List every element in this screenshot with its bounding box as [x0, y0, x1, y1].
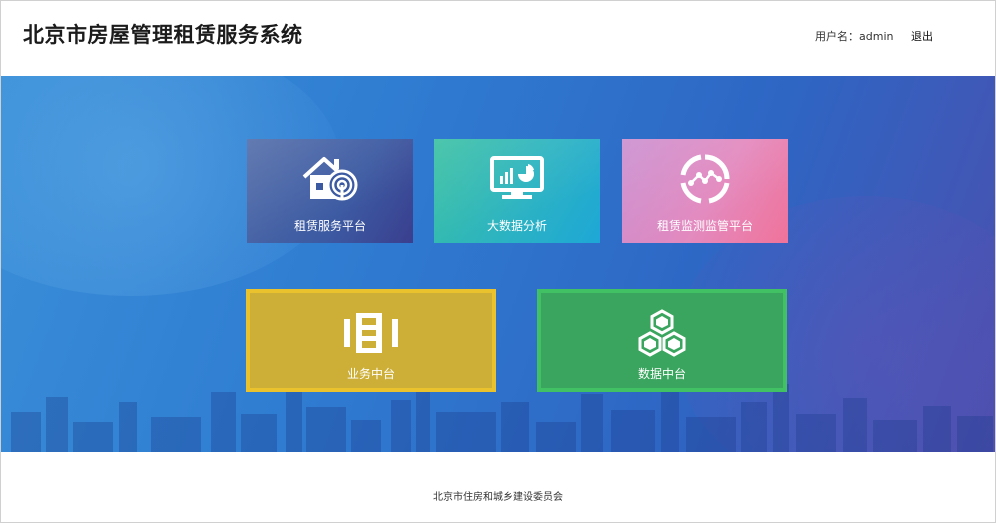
footer-organization: 北京市住房和城乡建设委员会 [433, 492, 563, 503]
header: 北京市房屋管理租赁服务系统 用户名：admin 退出 [1, 1, 995, 76]
business-center-label: 业务中台 [346, 367, 395, 381]
rental-monitoring-platform-label: 租赁监测监管平台 [656, 219, 753, 233]
hexagon-cluster-icon [638, 309, 686, 357]
city-skyline-image [11, 382, 993, 452]
username-label: 用户名：admin [815, 30, 894, 43]
hero-banner: 租赁服务平台 大数据分析 租赁监测监管平台 业务中台 数据中台 [1, 76, 995, 452]
big-data-analysis-tile[interactable]: 大数据分析 [434, 139, 600, 243]
rental-service-platform-label: 租赁服务平台 [293, 219, 366, 233]
network-circle-icon [680, 154, 730, 204]
chart-monitor-icon [490, 156, 544, 199]
user-bar: 用户名：admin 退出 [815, 28, 933, 44]
data-center-label: 数据中台 [637, 367, 686, 381]
footer: 北京市住房和城乡建设委员会 [1, 452, 995, 522]
data-center-tile[interactable]: 数据中台 [537, 289, 787, 392]
columns-icon [344, 313, 398, 353]
rental-monitoring-platform-tile[interactable]: 租赁监测监管平台 [622, 139, 788, 243]
house-signal-icon [302, 157, 358, 201]
rental-service-platform-tile[interactable]: 租赁服务平台 [247, 139, 413, 243]
logout-link[interactable]: 退出 [911, 30, 933, 43]
business-center-tile[interactable]: 业务中台 [246, 289, 496, 392]
page-title: 北京市房屋管理租赁服务系统 [23, 23, 303, 47]
page-frame: 北京市房屋管理租赁服务系统 用户名：admin 退出 租赁服务平台 大数据分析 … [0, 0, 996, 523]
big-data-analysis-label: 大数据分析 [486, 219, 547, 233]
